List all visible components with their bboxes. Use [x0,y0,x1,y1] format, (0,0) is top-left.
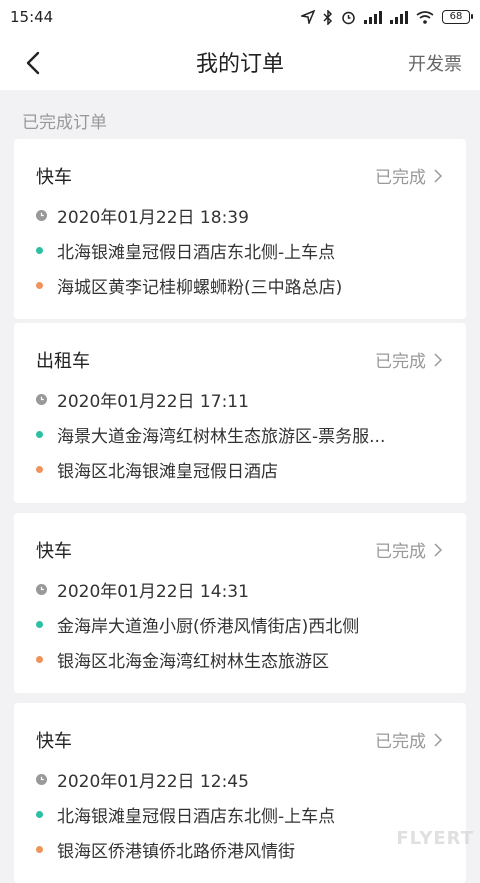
order-from-row: 北海银滩皇冠假日酒店东北侧-上车点 [36,802,335,827]
origin-dot-icon [36,811,43,818]
back-button[interactable] [18,48,48,78]
order-status: 已完成 [375,347,442,372]
order-card[interactable]: 快车 已完成 2020年01月22日 18:39 北海银滩皇冠假日酒店东北侧-上… [14,139,466,319]
alarm-icon [341,10,356,25]
chevron-left-icon [25,51,41,75]
destination-dot-icon [36,656,43,663]
order-to: 银海区北海金海湾红树林生态旅游区 [57,647,329,672]
clock-icon [36,394,47,405]
order-card[interactable]: 快车 已完成 2020年01月22日 14:31 金海岸大道渔小厨(侨港风情街店… [14,513,466,693]
status-time: 15:44 [10,8,53,26]
order-status: 已完成 [375,537,442,562]
destination-dot-icon [36,846,43,853]
order-time-row: 2020年01月22日 17:11 [36,387,249,412]
status-bar: 15:44 68 [0,0,480,34]
order-to-row: 海城区黄李记桂柳螺蛳粉(三中路总店) [36,273,342,298]
order-from-row: 金海岸大道渔小厨(侨港风情街店)西北侧 [36,612,359,637]
invoice-button[interactable]: 开发票 [408,50,462,76]
destination-dot-icon [36,466,43,473]
order-time: 2020年01月22日 12:45 [57,767,249,792]
chevron-right-icon [434,353,442,367]
origin-dot-icon [36,247,43,254]
order-type: 快车 [36,537,72,563]
order-time: 2020年01月22日 18:39 [57,203,249,228]
origin-dot-icon [36,621,43,628]
order-from-row: 海景大道金海湾红树林生态旅游区-票务服... [36,422,385,447]
signal-icon-2 [390,11,408,24]
order-from: 北海银滩皇冠假日酒店东北侧-上车点 [57,802,335,827]
order-time-row: 2020年01月22日 18:39 [36,203,249,228]
chevron-right-icon [434,733,442,747]
order-to: 银海区侨港镇侨北路侨港风情街 [57,837,295,862]
order-status-label: 已完成 [375,163,426,188]
order-time-row: 2020年01月22日 14:31 [36,577,249,602]
order-type: 出租车 [36,347,90,373]
order-card[interactable]: 快车 已完成 2020年01月22日 12:45 北海银滩皇冠假日酒店东北侧-上… [14,703,466,883]
order-status: 已完成 [375,727,442,752]
order-type: 快车 [36,727,72,753]
destination-dot-icon [36,282,43,289]
origin-dot-icon [36,431,43,438]
status-icons: 68 [301,10,470,25]
location-icon [301,10,315,24]
bluetooth-icon [323,10,333,25]
order-to-row: 银海区侨港镇侨北路侨港风情街 [36,837,295,862]
order-status-label: 已完成 [375,347,426,372]
nav-bar: 我的订单 开发票 [0,34,480,90]
chevron-right-icon [434,543,442,557]
battery-icon: 68 [442,10,470,24]
order-card[interactable]: 出租车 已完成 2020年01月22日 17:11 海景大道金海湾红树林生态旅游… [14,323,466,503]
order-status: 已完成 [375,163,442,188]
order-time: 2020年01月22日 14:31 [57,577,249,602]
order-time: 2020年01月22日 17:11 [57,387,249,412]
order-from: 北海银滩皇冠假日酒店东北侧-上车点 [57,238,335,263]
chevron-right-icon [434,169,442,183]
order-to-row: 银海区北海金海湾红树林生态旅游区 [36,647,329,672]
clock-icon [36,774,47,785]
signal-icon [364,11,382,24]
section-label: 已完成订单 [22,108,107,133]
order-status-label: 已完成 [375,727,426,752]
order-from: 海景大道金海湾红树林生态旅游区-票务服... [57,422,385,447]
order-from: 金海岸大道渔小厨(侨港风情街店)西北侧 [57,612,359,637]
order-from-row: 北海银滩皇冠假日酒店东北侧-上车点 [36,238,335,263]
order-to: 海城区黄李记桂柳螺蛳粉(三中路总店) [57,273,342,298]
watermark: FLYERT [396,828,474,849]
clock-icon [36,210,47,221]
clock-icon [36,584,47,595]
order-type: 快车 [36,163,72,189]
order-to-row: 银海区北海银滩皇冠假日酒店 [36,457,278,482]
order-time-row: 2020年01月22日 12:45 [36,767,249,792]
order-to: 银海区北海银滩皇冠假日酒店 [57,457,278,482]
order-status-label: 已完成 [375,537,426,562]
wifi-icon [416,11,434,24]
